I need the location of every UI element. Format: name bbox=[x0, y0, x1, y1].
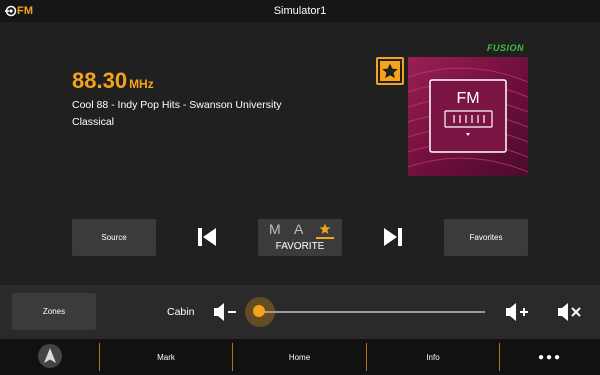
favorite-mode-indicator bbox=[316, 237, 334, 239]
compass-icon bbox=[44, 348, 56, 363]
mode-a[interactable]: A bbox=[294, 221, 303, 237]
favorites-button[interactable]: Favorites bbox=[444, 219, 528, 256]
volume-slider-knob[interactable] bbox=[253, 305, 265, 317]
favorite-label: FAVORITE bbox=[275, 241, 325, 252]
volume-down-icon[interactable] bbox=[212, 302, 238, 322]
frequency-display: 88.30 MHz bbox=[72, 68, 154, 94]
fusion-logo: FUSION bbox=[487, 43, 525, 53]
mute-icon[interactable] bbox=[556, 302, 582, 322]
star-icon bbox=[378, 59, 402, 83]
source-button[interactable]: Source bbox=[72, 219, 156, 256]
volume-up-icon[interactable] bbox=[504, 302, 530, 322]
station-name: Cool 88 - Indy Pop Hits - Swanson Univer… bbox=[72, 99, 282, 111]
frequency-unit: MHz bbox=[129, 77, 154, 91]
star-icon[interactable] bbox=[319, 223, 331, 235]
nav-item-home[interactable]: Home bbox=[233, 339, 366, 375]
favorite-star-button[interactable] bbox=[376, 57, 404, 85]
album-art-label: FM bbox=[456, 90, 480, 107]
album-art-graphic bbox=[408, 67, 528, 173]
previous-track-icon[interactable] bbox=[196, 226, 218, 248]
app-title: Simulator1 bbox=[273, 5, 327, 17]
album-art: FM bbox=[408, 57, 528, 176]
nav-item-mark[interactable]: Mark bbox=[100, 339, 232, 375]
frequency-value: 88.30 bbox=[72, 68, 128, 93]
mode-m[interactable]: M bbox=[269, 221, 281, 237]
next-track-icon[interactable] bbox=[382, 226, 404, 248]
nav-item-info[interactable]: Info bbox=[367, 339, 499, 375]
zone-name: Cabin bbox=[167, 306, 195, 318]
more-menu-button[interactable]: ●●● bbox=[500, 339, 600, 375]
zones-button[interactable]: Zones bbox=[12, 293, 96, 330]
compass-button[interactable] bbox=[38, 344, 62, 368]
volume-slider-track[interactable] bbox=[259, 311, 485, 313]
station-genre: Classical bbox=[72, 116, 115, 128]
